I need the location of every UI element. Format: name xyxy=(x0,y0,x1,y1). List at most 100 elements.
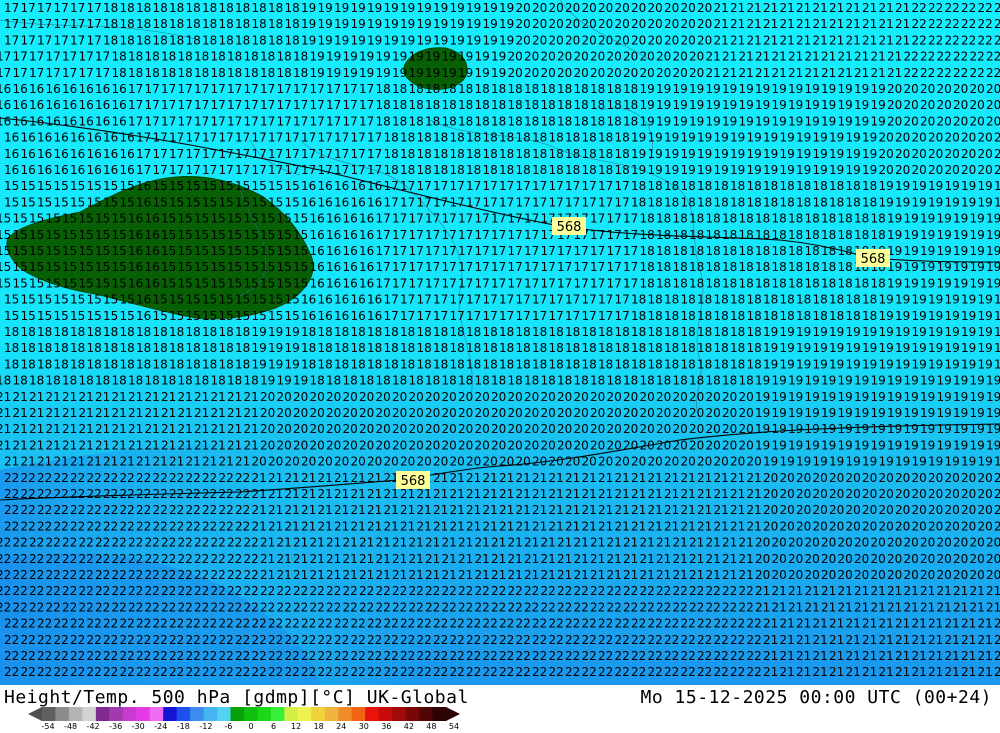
temperature-value: 19 xyxy=(681,147,696,161)
temperature-value: 15 xyxy=(252,309,267,323)
temperature-value: 18 xyxy=(516,163,531,177)
temperature-value: 20 xyxy=(978,131,993,145)
temperature-value: 20 xyxy=(697,455,712,469)
scale-swatch xyxy=(136,707,151,721)
temperature-value: 18 xyxy=(252,33,267,47)
svg-text:568: 568 xyxy=(861,252,886,267)
temperature-value: 17 xyxy=(623,244,638,258)
temperature-value: 19 xyxy=(937,276,952,290)
temperature-value: 17 xyxy=(169,163,184,177)
temperature-value: 20 xyxy=(887,568,902,582)
temperature-value: 18 xyxy=(268,1,283,15)
temperature-value: 18 xyxy=(186,1,201,15)
temperature-value: 19 xyxy=(640,98,655,112)
temperature-value: 22 xyxy=(4,503,19,517)
temperature-value: 16 xyxy=(120,147,135,161)
temperature-value: 22 xyxy=(607,600,622,614)
weather-map: 17 17 17 17 17 17 18 18 18 18 18 18 18 18 18 18 18 18 19 19… xyxy=(0,0,1000,685)
temperature-value: 21 xyxy=(450,503,465,517)
temperature-value: 17 xyxy=(384,293,399,307)
temperature-value: 18 xyxy=(681,341,696,355)
temperature-value: 18 xyxy=(607,98,622,112)
temperature-value: 18 xyxy=(334,325,349,339)
temperature-value: 15 xyxy=(120,195,135,209)
temperature-value: 18 xyxy=(318,357,333,371)
temperature-value: 19 xyxy=(978,357,993,371)
temperature-value: 22 xyxy=(136,471,151,485)
temperature-value: 16 xyxy=(4,163,19,177)
temperature-value: 21 xyxy=(854,584,869,598)
temperature-value: 17 xyxy=(392,212,407,226)
temperature-value: 21 xyxy=(590,536,605,550)
temperature-value: 19 xyxy=(796,357,811,371)
temperature-value: 20 xyxy=(879,131,894,145)
temperature-value: 15 xyxy=(161,260,176,274)
temperature-value: 17 xyxy=(260,114,275,128)
scale-label: 42 xyxy=(404,722,414,731)
temperature-value: 21 xyxy=(714,519,729,533)
temperature-value: 20 xyxy=(524,438,539,452)
temperature-value: 19 xyxy=(780,147,795,161)
temperature-value: 20 xyxy=(920,536,935,550)
temperature-value: 19 xyxy=(862,357,877,371)
temperature-value: 16 xyxy=(326,212,341,226)
temperature-value: 17 xyxy=(499,309,514,323)
temperature-value: 21 xyxy=(755,584,770,598)
temperature-value: 20 xyxy=(673,50,688,64)
temperature-value: 20 xyxy=(343,422,358,436)
temperature-value: 18 xyxy=(755,228,770,242)
temperature-value: 21 xyxy=(862,665,877,679)
temperature-value: 18 xyxy=(788,260,803,274)
temperature-value: 18 xyxy=(706,244,721,258)
temperature-value: 17 xyxy=(433,293,448,307)
temperature-value: 22 xyxy=(62,600,77,614)
temperature-value: 22 xyxy=(598,633,613,647)
temperature-value: 19 xyxy=(970,438,985,452)
temperature-value: 20 xyxy=(739,422,754,436)
temperature-value: 20 xyxy=(582,455,597,469)
temperature-value: 21 xyxy=(615,519,630,533)
temperature-value: 21 xyxy=(244,390,259,404)
temperature-value: 17 xyxy=(400,179,415,193)
temperature-value: 21 xyxy=(796,617,811,631)
temperature-value: 22 xyxy=(417,617,432,631)
temperature-value: 22 xyxy=(227,536,242,550)
temperature-value: 19 xyxy=(458,66,473,80)
temperature-value: 18 xyxy=(120,33,135,47)
temperature-value: 18 xyxy=(541,114,556,128)
temperature-value: 21 xyxy=(755,66,770,80)
temperature-value: 22 xyxy=(970,50,985,64)
temperature-value: 18 xyxy=(722,244,737,258)
temperature-value: 15 xyxy=(260,244,275,258)
temperature-value: 22 xyxy=(194,600,209,614)
temperature-value: 18 xyxy=(244,66,259,80)
temperature-value: 20 xyxy=(994,147,1000,161)
temperature-value: 21 xyxy=(442,536,457,550)
temperature-value: 21 xyxy=(978,633,993,647)
temperature-value: 21 xyxy=(763,617,778,631)
temperature-value: 15 xyxy=(235,293,250,307)
temperature-value: 22 xyxy=(268,649,283,663)
temperature-value: 20 xyxy=(557,66,572,80)
temperature-value: 22 xyxy=(136,633,151,647)
temperature-value: 21 xyxy=(244,406,259,420)
height-label-568-a: 568 xyxy=(552,217,586,235)
temperature-value: 18 xyxy=(202,325,217,339)
temperature-value: 21 xyxy=(95,422,110,436)
temperature-value: 17 xyxy=(491,228,506,242)
temperature-value: 21 xyxy=(582,519,597,533)
temperature-value: 21 xyxy=(788,584,803,598)
temperature-value: 19 xyxy=(384,33,399,47)
temperature-value: 17 xyxy=(0,66,11,80)
temperature-value: 18 xyxy=(574,82,589,96)
temperature-value: 18 xyxy=(400,357,415,371)
temperature-value: 19 xyxy=(953,438,968,452)
temperature-value: 17 xyxy=(565,195,580,209)
temperature-value: 17 xyxy=(95,66,110,80)
temperature-value: 21 xyxy=(0,406,11,420)
temperature-value: 21 xyxy=(392,568,407,582)
temperature-value: 18 xyxy=(211,66,226,80)
temperature-value: 21 xyxy=(846,649,861,663)
temperature-value: 18 xyxy=(730,293,745,307)
temperature-value: 17 xyxy=(549,309,564,323)
